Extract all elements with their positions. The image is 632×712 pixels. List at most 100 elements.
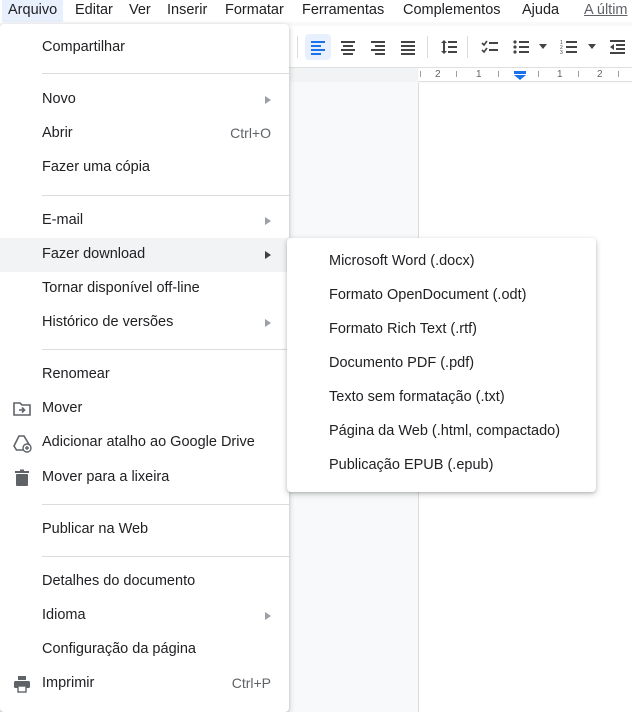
submenu-item-label: Microsoft Word (.docx) <box>329 253 475 269</box>
align-left-icon[interactable] <box>305 34 331 60</box>
submenu-arrow-icon <box>265 319 271 327</box>
align-center-icon[interactable] <box>335 34 361 60</box>
menu-formatar[interactable]: Formatar <box>225 2 284 18</box>
menu-item-label: Fazer uma cópia <box>42 159 150 175</box>
menu-inserir[interactable]: Inserir <box>167 2 207 18</box>
add-drive-shortcut-icon <box>13 435 32 453</box>
download-pdf[interactable]: Documento PDF (.pdf) <box>287 347 596 381</box>
download-rtf[interactable]: Formato Rich Text (.rtf) <box>287 313 596 347</box>
submenu-item-label: Formato Rich Text (.rtf) <box>329 321 477 337</box>
menu-item-label: Detalhes do documento <box>42 573 196 589</box>
menu-item-mover[interactable]: Mover <box>0 392 289 426</box>
submenu-arrow-icon <box>265 612 271 620</box>
move-folder-icon <box>13 402 31 416</box>
ruler-tick <box>618 71 619 77</box>
menu-item-abrir[interactable]: Abrir Ctrl+O <box>0 117 289 151</box>
download-html[interactable]: Página da Web (.html, compactado) <box>287 415 596 449</box>
menu-item-label: Configuração da página <box>42 641 196 657</box>
menu-item-mover-lixeira[interactable]: Mover para a lixeira <box>0 461 289 495</box>
ruler: 2 1 1 2 <box>290 68 632 82</box>
menu-item-idioma[interactable]: Idioma <box>0 599 289 633</box>
submenu-item-label: Página da Web (.html, compactado) <box>329 423 561 439</box>
menu-ferramentas[interactable]: Ferramentas <box>302 2 384 18</box>
menu-item-label: Novo <box>42 91 76 107</box>
download-txt[interactable]: Texto sem formatação (.txt) <box>287 381 596 415</box>
toolbar-divider <box>297 36 298 58</box>
menu-separator <box>42 556 289 557</box>
download-epub[interactable]: Publicação EPUB (.epub) <box>287 449 596 483</box>
checklist-icon[interactable] <box>477 34 503 60</box>
menu-item-fazer-download[interactable]: Fazer download <box>0 238 289 272</box>
toolbar-divider <box>427 36 428 58</box>
menu-item-label: Fazer download <box>42 246 146 262</box>
indent-marker-icon[interactable] <box>514 71 526 80</box>
menu-item-label: Tornar disponível off-line <box>42 280 200 296</box>
ruler-number: 1 <box>476 69 482 80</box>
menu-item-novo[interactable]: Novo <box>0 83 289 117</box>
menu-bar: Arquivo Editar Ver Inserir Formatar Ferr… <box>0 0 632 22</box>
line-spacing-icon[interactable] <box>436 34 462 60</box>
numbered-list-icon[interactable]: 123 <box>556 34 582 60</box>
menu-item-shortcut: Ctrl+O <box>230 125 271 141</box>
submenu-arrow-icon <box>265 96 271 104</box>
menu-separator <box>42 195 289 196</box>
printer-icon <box>14 676 30 693</box>
menu-item-label: Idioma <box>42 607 86 623</box>
ruler-margin <box>290 68 418 82</box>
menu-item-imprimir[interactable]: Imprimir Ctrl+P <box>0 667 289 701</box>
menu-item-label: Publicar na Web <box>42 521 149 537</box>
ruler-tick <box>538 71 539 77</box>
download-odt[interactable]: Formato OpenDocument (.odt) <box>287 279 596 313</box>
menu-item-label: E-mail <box>42 212 84 228</box>
menu-item-detalhes[interactable]: Detalhes do documento <box>0 565 289 599</box>
menu-item-publicar-web[interactable]: Publicar na Web <box>0 513 289 547</box>
menu-item-label: Compartilhar <box>42 39 125 55</box>
menu-item-tornar-offline[interactable]: Tornar disponível off-line <box>0 272 289 306</box>
menu-ajuda[interactable]: Ajuda <box>522 2 559 18</box>
submenu-item-label: Formato OpenDocument (.odt) <box>329 287 527 303</box>
menu-item-adicionar-atalho[interactable]: Adicionar atalho ao Google Drive <box>0 426 289 460</box>
last-edit-link[interactable]: A últim <box>584 2 628 18</box>
menu-item-email[interactable]: E-mail <box>0 204 289 238</box>
menu-item-fazer-uma-copia[interactable]: Fazer uma cópia <box>0 151 289 185</box>
align-justify-icon[interactable] <box>395 34 421 60</box>
menu-arquivo[interactable]: Arquivo <box>2 0 64 22</box>
align-right-icon[interactable] <box>365 34 391 60</box>
download-docx[interactable]: Microsoft Word (.docx) <box>287 245 596 279</box>
file-menu: Compartilhar Novo Abrir Ctrl+O Fazer uma… <box>0 24 289 712</box>
ruler-tick <box>498 71 499 77</box>
submenu-item-label: Publicação EPUB (.epub) <box>329 457 494 473</box>
menu-separator <box>42 504 289 505</box>
ruler-number: 1 <box>557 69 563 80</box>
menu-item-shortcut: Ctrl+P <box>231 675 271 691</box>
menu-item-label: Abrir <box>42 125 73 141</box>
ruler-number: 2 <box>435 69 441 80</box>
bulleted-list-dropdown-icon[interactable] <box>539 44 547 49</box>
toolbar-divider <box>467 36 468 58</box>
menu-separator <box>42 73 289 74</box>
menu-complementos[interactable]: Complementos <box>403 2 501 18</box>
svg-text:3: 3 <box>560 50 563 56</box>
menu-ver[interactable]: Ver <box>129 2 151 18</box>
numbered-list-dropdown-icon[interactable] <box>588 44 596 49</box>
menu-item-renomear[interactable]: Renomear <box>0 358 289 392</box>
menu-item-label: Mover para a lixeira <box>42 469 170 485</box>
submenu-arrow-icon <box>265 251 271 259</box>
download-submenu: Microsoft Word (.docx) Formato OpenDocum… <box>287 238 596 492</box>
menu-editar[interactable]: Editar <box>75 2 113 18</box>
menu-item-configuracao-pagina[interactable]: Configuração da página <box>0 633 289 667</box>
menu-item-label: Histórico de versões <box>42 314 174 330</box>
submenu-item-label: Documento PDF (.pdf) <box>329 355 475 371</box>
menu-item-label: Imprimir <box>42 675 95 691</box>
trash-icon <box>15 469 29 486</box>
submenu-arrow-icon <box>265 217 271 225</box>
menu-separator <box>42 349 289 350</box>
menu-item-label: Adicionar atalho ao Google Drive <box>42 434 255 450</box>
decrease-indent-icon[interactable] <box>604 34 630 60</box>
menu-item-historico-versoes[interactable]: Histórico de versões <box>0 306 289 340</box>
menu-item-label: Renomear <box>42 366 110 382</box>
submenu-item-label: Texto sem formatação (.txt) <box>329 389 505 405</box>
menu-item-compartilhar[interactable]: Compartilhar <box>0 31 289 65</box>
menu-item-label: Mover <box>42 400 83 416</box>
bulleted-list-icon[interactable] <box>508 34 534 60</box>
